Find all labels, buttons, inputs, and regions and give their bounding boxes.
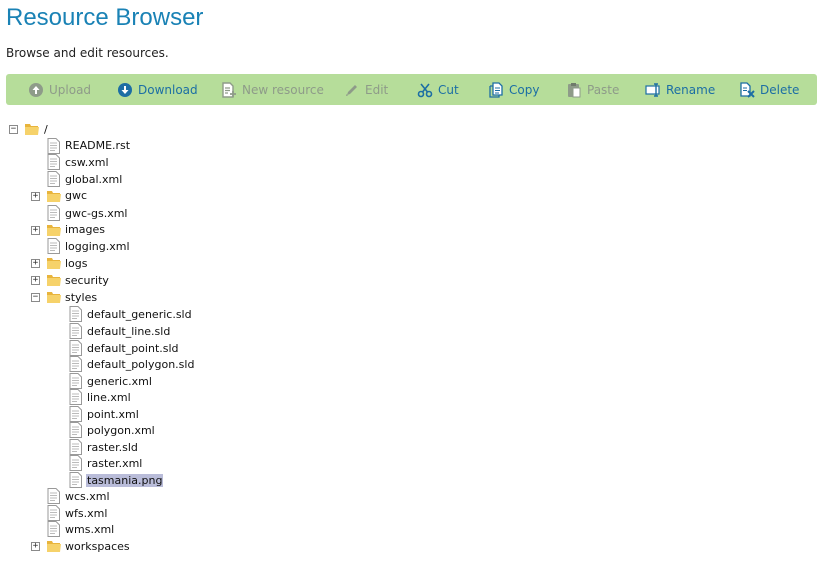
expand-toggle-logs[interactable]: + <box>31 259 40 268</box>
file-icon <box>69 356 82 372</box>
page-subtitle: Browse and edit resources. <box>6 46 169 60</box>
rename-label: Rename <box>666 82 716 97</box>
download-icon <box>118 82 132 97</box>
paste-button[interactable]: Paste <box>566 74 619 105</box>
collapse-toggle-styles[interactable]: − <box>31 293 40 302</box>
tree-item-raster-sld[interactable]: raster.sld <box>86 441 139 454</box>
tree-item-images[interactable]: images <box>64 223 106 236</box>
rename-button[interactable]: Rename <box>645 74 715 105</box>
new-resource-button[interactable]: New resource <box>221 74 324 105</box>
tree-item-default-generic[interactable]: default_generic.sld <box>86 308 193 321</box>
file-icon <box>47 488 60 504</box>
clipboard-icon <box>568 82 581 97</box>
rename-icon <box>645 82 660 97</box>
paste-label: Paste <box>587 82 620 97</box>
file-icon <box>69 389 82 405</box>
file-icon <box>47 205 60 221</box>
edit-label: Edit <box>365 82 389 97</box>
tree-item-default-point[interactable]: default_point.sld <box>86 342 180 355</box>
file-icon <box>69 422 82 438</box>
pencil-icon <box>346 84 357 96</box>
delete-button[interactable]: Delete <box>739 74 799 105</box>
tree-item-wcs[interactable]: wcs.xml <box>64 490 111 503</box>
resource-tree: − / README.rst csw.xml global.xml + gwc … <box>0 120 837 562</box>
folder-icon <box>47 292 61 303</box>
folder-icon <box>47 275 61 286</box>
upload-icon <box>29 82 43 97</box>
file-icon <box>69 340 82 356</box>
copy-button[interactable]: Copy <box>488 74 539 105</box>
copy-icon <box>489 81 503 98</box>
file-icon <box>69 406 82 422</box>
tree-item-polygon[interactable]: polygon.xml <box>86 424 156 437</box>
tree-item-generic[interactable]: generic.xml <box>86 375 153 388</box>
tree-item-wms[interactable]: wms.xml <box>64 523 115 536</box>
file-icon <box>69 439 82 455</box>
edit-button[interactable]: Edit <box>344 74 388 105</box>
upload-label: Upload <box>49 82 92 97</box>
file-icon <box>47 171 60 187</box>
tree-item-tasmania-selected[interactable]: tasmania.png <box>86 474 164 487</box>
new-resource-label: New resource <box>242 82 324 97</box>
file-icon <box>69 323 82 339</box>
cut-button[interactable]: Cut <box>417 74 459 105</box>
file-icon <box>69 472 82 488</box>
cut-label: Cut <box>438 82 459 97</box>
expand-toggle-images[interactable]: + <box>31 226 40 235</box>
tree-item-wfs[interactable]: wfs.xml <box>64 507 108 520</box>
tree-item-logging[interactable]: logging.xml <box>64 240 131 253</box>
folder-icon <box>47 541 61 552</box>
file-icon <box>47 521 60 537</box>
tree-item-root[interactable]: / <box>43 123 49 136</box>
delete-label: Delete <box>760 82 800 97</box>
folder-icon <box>47 225 61 236</box>
tree-item-default-polygon[interactable]: default_polygon.sld <box>86 358 195 371</box>
file-icon <box>69 306 82 322</box>
tree-item-raster-xml[interactable]: raster.xml <box>86 457 143 470</box>
download-label: Download <box>138 82 198 97</box>
tree-item-csw[interactable]: csw.xml <box>64 156 110 169</box>
tree-item-logs[interactable]: logs <box>64 257 89 270</box>
file-icon <box>47 505 60 521</box>
page-title: Resource Browser <box>6 4 204 31</box>
tree-item-security[interactable]: security <box>64 274 110 287</box>
tree-item-gwc[interactable]: gwc <box>64 189 88 202</box>
expand-toggle-workspaces[interactable]: + <box>31 542 40 551</box>
expand-toggle-security[interactable]: + <box>31 276 40 285</box>
file-icon <box>69 373 82 389</box>
expand-toggle-gwc[interactable]: + <box>31 192 40 201</box>
file-icon <box>47 154 60 170</box>
copy-label: Copy <box>509 82 540 97</box>
upload-button[interactable]: Upload <box>28 74 91 105</box>
tree-item-line[interactable]: line.xml <box>86 391 132 404</box>
tree-item-readme[interactable]: README.rst <box>64 139 131 152</box>
toolbar: Upload Download New resource Edit Cut Co… <box>6 74 817 105</box>
folder-icon <box>47 258 61 269</box>
tree-item-gwc-gs[interactable]: gwc-gs.xml <box>64 207 129 220</box>
file-icon <box>47 238 60 254</box>
delete-file-icon <box>740 81 755 98</box>
collapse-toggle-root[interactable]: − <box>9 125 18 134</box>
folder-icon <box>47 191 61 202</box>
new-file-icon <box>222 81 236 98</box>
tree-item-workspaces[interactable]: workspaces <box>64 540 131 553</box>
download-button[interactable]: Download <box>117 74 198 105</box>
tree-item-global[interactable]: global.xml <box>64 173 123 186</box>
file-icon <box>69 455 82 471</box>
scissors-icon <box>417 82 433 97</box>
tree-item-point[interactable]: point.xml <box>86 408 140 421</box>
tree-item-default-line[interactable]: default_line.sld <box>86 325 171 338</box>
folder-icon <box>25 124 39 135</box>
file-icon <box>47 138 60 154</box>
tree-item-styles[interactable]: styles <box>64 291 98 304</box>
